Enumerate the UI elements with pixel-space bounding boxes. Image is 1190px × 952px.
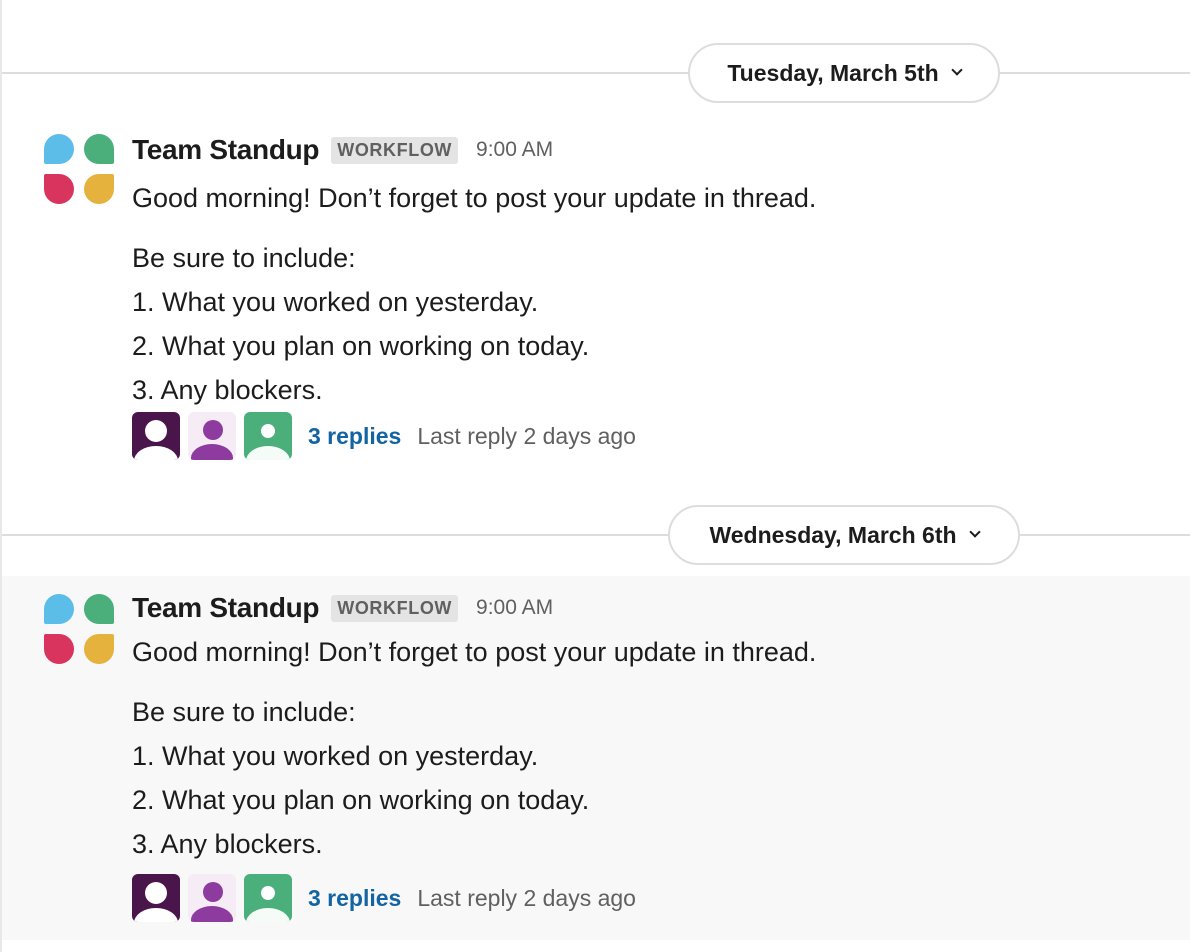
message-line: Be sure to include: (132, 243, 356, 273)
sender-name[interactable]: Team Standup (132, 134, 320, 166)
day-divider: Wednesday, March 6th (2, 505, 1190, 565)
message-intro: Good morning! Don’t forget to post your … (132, 637, 817, 667)
message-header: Team Standup WORKFLOW 9:00 AM (132, 130, 553, 170)
message-pane: Tuesday, March 5th Team Standup WORKFLOW… (0, 0, 1190, 952)
last-reply-text: Last reply 2 days ago (417, 884, 636, 911)
workflow-badge: WORKFLOW (331, 136, 459, 164)
message-intro: Good morning! Don’t forget to post your … (132, 183, 817, 213)
timestamp[interactable]: 9:00 AM (476, 138, 553, 162)
message-line: 2. What you plan on working on today. (132, 785, 590, 815)
message-line: 1. What you worked on yesterday. (132, 741, 539, 771)
avatar[interactable] (132, 412, 180, 460)
message-header: Team Standup WORKFLOW 9:00 AM (132, 588, 553, 628)
message-line: Be sure to include: (132, 697, 356, 727)
divider-rule (2, 72, 1190, 74)
workflow-app-icon[interactable] (44, 134, 116, 206)
message-body: Good morning! Don’t forget to post your … (132, 630, 816, 866)
workflow-app-icon[interactable] (44, 594, 116, 666)
timestamp[interactable]: 9:00 AM (476, 596, 553, 620)
day-label: Wednesday, March 6th (709, 521, 957, 548)
message-line: 2. What you plan on working on today. (132, 331, 590, 361)
message-line: 3. Any blockers. (132, 375, 323, 405)
chevron-down-icon (950, 64, 963, 76)
workflow-badge: WORKFLOW (331, 594, 459, 622)
day-divider: Tuesday, March 5th (2, 43, 1190, 103)
avatar[interactable] (244, 412, 292, 460)
avatar[interactable] (188, 412, 236, 460)
last-reply-text: Last reply 2 days ago (417, 422, 636, 449)
thread-summary[interactable]: 3 replies Last reply 2 days ago (132, 874, 636, 922)
message[interactable]: Team Standup WORKFLOW 9:00 AM Good morni… (2, 576, 1190, 940)
chevron-down-icon (968, 526, 981, 538)
avatar[interactable] (188, 874, 236, 922)
message[interactable]: Team Standup WORKFLOW 9:00 AM Good morni… (2, 120, 1190, 472)
message-line: 3. Any blockers. (132, 829, 323, 859)
avatar[interactable] (132, 874, 180, 922)
day-pill-button[interactable]: Wednesday, March 6th (668, 505, 1020, 565)
thread-summary[interactable]: 3 replies Last reply 2 days ago (132, 412, 636, 460)
day-pill-button[interactable]: Tuesday, March 5th (688, 43, 1000, 103)
day-label: Tuesday, March 5th (727, 59, 939, 86)
replies-link[interactable]: 3 replies (308, 423, 401, 450)
message-line: 1. What you worked on yesterday. (132, 287, 539, 317)
avatar[interactable] (244, 874, 292, 922)
replies-link[interactable]: 3 replies (308, 885, 401, 912)
sender-name[interactable]: Team Standup (132, 592, 320, 624)
message-body: Good morning! Don’t forget to post your … (132, 176, 816, 412)
